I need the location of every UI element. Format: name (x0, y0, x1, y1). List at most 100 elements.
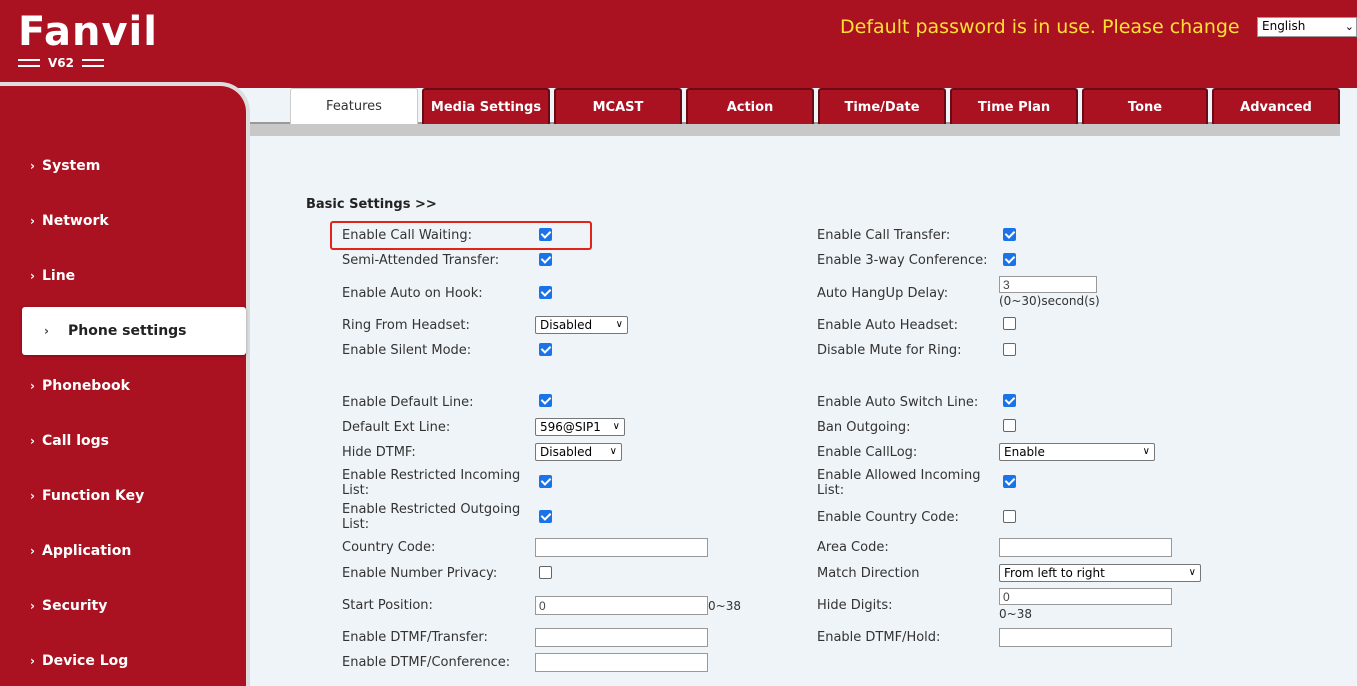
sidebar-item-label: Line (42, 268, 76, 284)
sidebar-item-label: Network (42, 213, 109, 229)
hide-dtmf-select[interactable]: Disabled ∨ (535, 443, 622, 461)
sidebar-item-label: System (42, 158, 101, 174)
call-transfer-label: Enable Call Transfer: (817, 228, 951, 243)
default-line-checkbox[interactable] (539, 394, 552, 407)
auto-hangup-input[interactable] (999, 276, 1097, 293)
fanvil-logo: Fanvil V62 (18, 10, 168, 78)
auto-headset-checkbox[interactable] (1003, 317, 1016, 330)
hide-digits-input[interactable] (999, 588, 1172, 605)
tab-time-plan[interactable]: Time Plan (950, 88, 1078, 124)
sidebar-item-system[interactable]: › System (0, 142, 246, 190)
dtmf-transfer-label: Enable DTMF/Transfer: (342, 630, 488, 645)
default-password-warning[interactable]: Default password is in use. Please chang… (840, 16, 1240, 38)
sidebar-item-network[interactable]: › Network (0, 197, 246, 245)
sidebar-item-security[interactable]: › Security (0, 582, 246, 630)
chevron-right-icon: › (30, 599, 35, 613)
logo-bars-icon (82, 59, 104, 67)
start-position-label: Start Position: (342, 598, 433, 613)
call-log-label: Enable CallLog: (817, 445, 918, 460)
start-position-input[interactable] (535, 596, 708, 615)
hide-dtmf-label: Hide DTMF: (342, 445, 416, 460)
area-code-input[interactable] (999, 538, 1172, 557)
call-log-select[interactable]: Enable ∨ (999, 443, 1155, 461)
match-direction-label: Match Direction (817, 566, 920, 581)
sidebar-item-phonebook[interactable]: › Phonebook (0, 362, 246, 410)
call-waiting-label: Enable Call Waiting: (342, 228, 472, 243)
sidebar-item-call-logs[interactable]: › Call logs (0, 417, 246, 465)
tab-time-date[interactable]: Time/Date (818, 88, 946, 124)
sidebar-item-application[interactable]: › Application (0, 527, 246, 575)
chevron-right-icon: › (44, 324, 49, 338)
hide-digits-label: Hide Digits: (817, 598, 893, 613)
chevron-right-icon: › (30, 544, 35, 558)
sidebar-item-label: Device Log (42, 653, 129, 669)
number-privacy-label: Enable Number Privacy: (342, 566, 498, 581)
country-code-enable-checkbox[interactable] (1003, 510, 1016, 523)
tab-tone[interactable]: Tone (1082, 88, 1208, 124)
chevron-down-icon: ∨ (615, 319, 623, 330)
chevron-right-icon: › (30, 159, 35, 173)
ring-headset-select[interactable]: Disabled ∨ (535, 316, 628, 334)
sidebar-item-function-key[interactable]: › Function Key (0, 472, 246, 520)
sidebar-item-line[interactable]: › Line (0, 252, 246, 300)
sidebar-item-phone-settings[interactable]: › Phone settings (22, 307, 246, 355)
disable-mute-ring-checkbox[interactable] (1003, 343, 1016, 356)
chevron-right-icon: › (30, 489, 35, 503)
semi-attended-label: Semi-Attended Transfer: (342, 253, 500, 268)
ban-outgoing-checkbox[interactable] (1003, 419, 1016, 432)
semi-attended-checkbox[interactable] (539, 253, 552, 266)
chevron-right-icon: › (30, 214, 35, 228)
ring-headset-label: Ring From Headset: (342, 318, 470, 333)
sidebar-item-label: Call logs (42, 433, 109, 449)
sidebar-item-label: Phone settings (68, 323, 187, 339)
language-select[interactable]: English ⌄ (1257, 17, 1357, 37)
disable-mute-ring-label: Disable Mute for Ring: (817, 343, 962, 358)
brand-name: Fanvil (18, 9, 158, 55)
tab-advanced[interactable]: Advanced (1212, 88, 1340, 124)
chevron-right-icon: › (30, 379, 35, 393)
auto-hangup-label: Auto HangUp Delay: (817, 286, 949, 301)
country-code-input[interactable] (535, 538, 708, 557)
match-direction-select[interactable]: From left to right ∨ (999, 564, 1201, 582)
allowed-incoming-checkbox[interactable] (1003, 475, 1016, 488)
model-name: V62 (48, 56, 74, 70)
country-code-enable-label: Enable Country Code: (817, 510, 959, 525)
default-ext-line-select[interactable]: 596@SIP1 ∨ (535, 418, 625, 436)
language-value: English (1262, 19, 1306, 33)
restricted-outgoing-label: Enable Restricted Outgoing (342, 502, 521, 517)
restricted-outgoing-checkbox[interactable] (539, 510, 552, 523)
tab-features[interactable]: Features (290, 88, 418, 124)
auto-on-hook-checkbox[interactable] (539, 286, 552, 299)
sidebar-item-label: Phonebook (42, 378, 130, 394)
chevron-down-icon: ∨ (609, 446, 617, 457)
call-waiting-checkbox[interactable] (539, 228, 552, 241)
three-way-label: Enable 3-way Conference: (817, 253, 988, 268)
tab-media-settings[interactable]: Media Settings (422, 88, 550, 124)
sidebar-item-label: Function Key (42, 488, 145, 504)
area-code-label: Area Code: (817, 540, 889, 555)
tab-mcast[interactable]: MCAST (554, 88, 682, 124)
logo-bars-icon (18, 59, 40, 67)
sidebar-item-device-log[interactable]: › Device Log (0, 637, 246, 685)
three-way-checkbox[interactable] (1003, 253, 1016, 266)
restricted-incoming-checkbox[interactable] (539, 475, 552, 488)
dtmf-transfer-input[interactable] (535, 628, 708, 647)
dtmf-conference-input[interactable] (535, 653, 708, 672)
start-position-hint: 0~38 (708, 599, 741, 613)
dtmf-hold-input[interactable] (999, 628, 1172, 647)
silent-mode-checkbox[interactable] (539, 343, 552, 356)
auto-switch-line-checkbox[interactable] (1003, 394, 1016, 407)
call-transfer-checkbox[interactable] (1003, 228, 1016, 241)
header-bar: Fanvil V62 Default password is in use. P… (0, 0, 1357, 88)
hide-digits-hint: 0~38 (999, 607, 1032, 621)
number-privacy-checkbox[interactable] (539, 566, 552, 579)
section-title[interactable]: Basic Settings >> (306, 197, 437, 212)
chevron-down-icon: ∨ (1142, 446, 1150, 457)
auto-hangup-hint: (0~30)second(s) (999, 294, 1100, 308)
auto-headset-label: Enable Auto Headset: (817, 318, 958, 333)
tab-action[interactable]: Action (686, 88, 814, 124)
sidebar-item-label: Security (42, 598, 108, 614)
dtmf-conference-label: Enable DTMF/Conference: (342, 655, 511, 670)
silent-mode-label: Enable Silent Mode: (342, 343, 472, 358)
chevron-down-icon: ∨ (1188, 567, 1196, 578)
